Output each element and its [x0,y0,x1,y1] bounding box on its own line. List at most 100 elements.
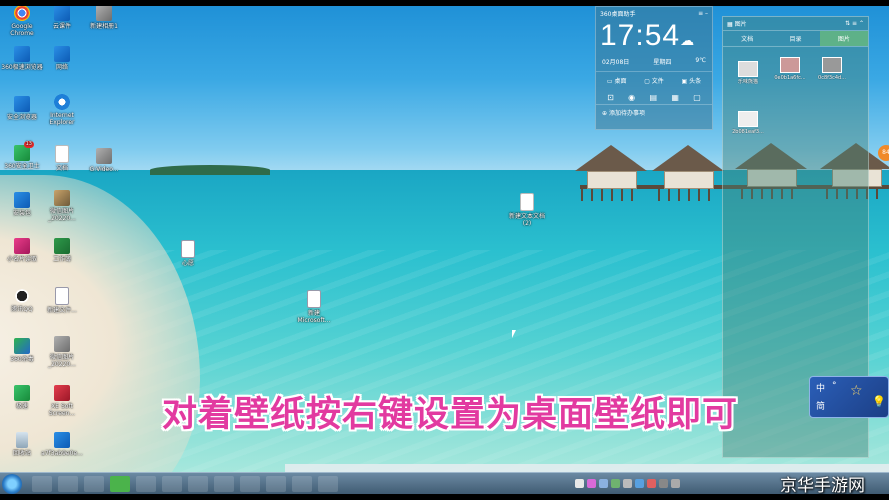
desktop-icon-image[interactable]: a7f3ab9e0e... [40,432,84,457]
tray-icon[interactable] [659,478,668,488]
desktop-icon-label: 360安全卫士 [4,163,40,170]
add-todo-button[interactable]: ⊕ 添加待办事项 [596,104,712,120]
desktop-icon-installer[interactable]: 安装包 [0,192,44,217]
image-taskbar-icon[interactable] [292,476,312,492]
desktop-icon-ie[interactable]: Internet Explorer [40,94,84,126]
lightbulb-icon[interactable]: 💡 [872,395,886,408]
start-button-icon[interactable] [2,474,22,494]
desktop-icon-chrome[interactable]: Google Chrome [0,5,44,37]
tray-icon[interactable] [671,478,680,488]
desktop-icon-screen-recorder[interactable]: XE Soft Screen... [40,385,84,417]
desktop-icon-label: 文档 [55,165,68,172]
desktop-icon-excel[interactable]: 工作簿 [40,238,84,263]
tray-icon[interactable] [599,478,608,488]
ime-toolbar[interactable]: 中 简 ° ☆ 💡 [809,376,889,418]
desktop-icon-security[interactable]: 13 360安全卫士 [0,141,44,170]
desktop-icon-album[interactable]: 新建相册1 [82,5,126,30]
desktop-icon-word-file[interactable]: 新建 Microsoft... [292,290,336,324]
chrome-taskbar-icon[interactable] [214,476,234,492]
text-icon [520,193,534,211]
app-taskbar-icon[interactable] [110,476,130,492]
menu-icon[interactable]: ≡ – [698,10,708,17]
window-taskbar-icon[interactable] [188,476,208,492]
desktop-icon-word-file[interactable]: 新建文件... [40,287,84,314]
desktop-icon-label: 回收站 [12,450,31,457]
wallpaper-hut [652,145,724,201]
eye-icon[interactable]: ◉ [628,93,635,102]
safe-browser-icon [14,96,30,112]
fence-file-item[interactable]: 2b081eaf3... [729,111,767,135]
player-icon[interactable] [136,476,156,492]
tray-icon[interactable] [647,478,656,488]
tray-icon[interactable] [587,478,596,488]
crop-icon[interactable]: ⊡ [607,93,614,102]
tray-icon[interactable] [575,478,584,488]
desktop-icon-label: 极速 [15,403,28,410]
window-icon[interactable]: ▢ [693,93,701,102]
notification-badge[interactable]: 84 [878,145,889,161]
desktop-assistant-widget[interactable]: 360桌面助手 ≡ – 17:54☁ 02月08日 星期四 9℃ ▭ 桌面 ▢ … [595,6,713,130]
moon-icon[interactable]: ° [832,381,837,391]
fence-controls[interactable]: ⇅ ≡ ⌃ [845,20,864,27]
desktop-icon-antivirus[interactable]: 360杀毒 [0,338,44,363]
desktop-icon-label: 新建相册1 [90,23,118,30]
explorer-icon[interactable] [32,476,52,492]
media-icon[interactable] [84,476,104,492]
desktop-icon-qq[interactable]: 腾讯QQ [0,288,44,313]
cloud-icon [54,5,70,21]
desktop-icon-label: 360杀毒 [10,356,34,363]
desktop-icon-app[interactable]: 小名片读取 [0,238,44,263]
tray-icon[interactable] [623,478,632,488]
fence-file-item[interactable]: 乐味熊猫 [729,61,767,85]
network-icon [54,46,70,62]
desktop-icon-word-file[interactable]: 心愿 [166,240,210,267]
desktop-icon-label: Google Chrome [10,23,34,37]
assistant-tools: ⊡ ◉ ▤ ▦ ▢ [596,89,712,104]
desktop-icon-document[interactable]: 文档 [40,145,84,172]
ie-icon [54,94,70,110]
desktop-icon-photo[interactable]: 微信图片_20220... [40,190,84,222]
video-taskbar-icon[interactable] [266,476,286,492]
desktop[interactable]: Google Chrome 360极速浏览器 安全浏览器 13 360安全卫士 … [0,0,889,500]
desktop-icon-browser[interactable]: 360极速浏览器 [0,46,44,71]
clock-time: 17:54☁ [600,19,696,52]
desktop-icon-network[interactable]: 网络 [40,46,84,71]
image-thumbnail-icon [822,57,842,73]
desktop-icon-cloud[interactable]: 云课件 [40,5,84,30]
quick-link-files[interactable]: ▢ 文件 [644,76,664,85]
word-taskbar-icon[interactable] [318,476,338,492]
ie-taskbar-icon[interactable] [58,476,78,492]
wallpaper-hut [575,145,647,201]
user-taskbar-icon[interactable] [240,476,260,492]
fence-file-item[interactable]: 0e0b1a6fc... [771,57,809,81]
desktop-icon-safe-browser[interactable]: 安全浏览器 [0,96,44,121]
desktop-icon-video[interactable]: G:Video... [82,148,126,173]
fence-header: ▦ 图片 ⇅ ≡ ⌃ [723,17,868,30]
desktop-icon-label: 心愿 [181,260,194,267]
desktop-icon-recycle-bin[interactable]: 回收站 [0,432,44,457]
tab-documents[interactable]: 文档 [723,31,771,46]
security-icon: 13 [14,141,34,161]
tab-folders[interactable]: 目录 [771,31,819,46]
ime-simplified-toggle[interactable]: 简 [816,399,825,412]
desktop-icon-photo[interactable]: 微信图片_20220... [40,336,84,368]
installer-icon [14,192,30,208]
folder-icon[interactable] [162,476,182,492]
speed-icon [14,385,30,401]
weather-icon: ☁ [680,32,696,48]
document-icon [55,145,69,163]
quick-link-desktop[interactable]: ▭ 桌面 [607,76,627,85]
tray-icon[interactable] [611,478,620,488]
desktop-icon-label: XE Soft Screen... [48,403,76,417]
desktop-icon-speed[interactable]: 极速 [0,385,44,410]
desktop-icon-text-file[interactable]: 新建文本文档 (2) [505,193,549,227]
ime-mode-toggle[interactable]: 中 [816,381,825,394]
fence-file-item[interactable]: 0c8f3c4d... [813,57,851,81]
tray-icon[interactable] [635,478,644,488]
quick-link-news[interactable]: ▣ 头条 [682,76,702,85]
note-icon[interactable]: ▤ [649,93,657,102]
tab-images[interactable]: 图片 [819,31,868,46]
image-thumbnail-icon [738,111,758,127]
album-icon [96,5,112,21]
calendar-icon[interactable]: ▦ [671,93,679,102]
